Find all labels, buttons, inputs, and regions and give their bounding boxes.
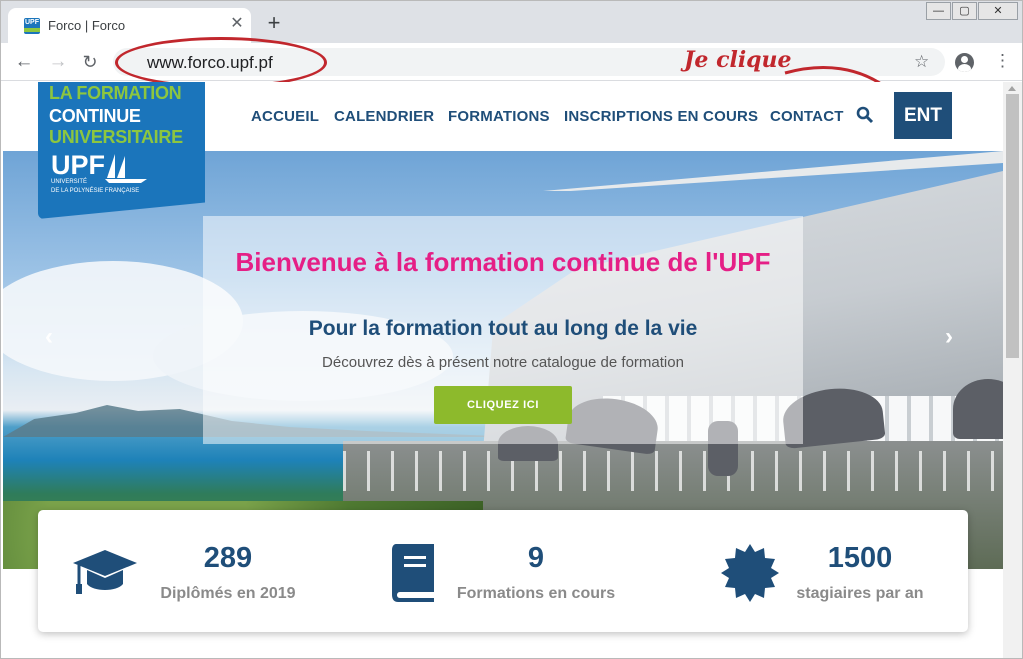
favicon-icon: UPF [24, 18, 40, 34]
page-scrollbar[interactable] [1003, 82, 1022, 658]
logo-line1: LA FORMATION [49, 83, 182, 103]
scroll-up-arrow-icon[interactable] [1008, 86, 1016, 91]
nav-formations[interactable]: FORMATIONS [448, 108, 550, 125]
logo-university-line2: DE LA POLYNÉSIE FRANÇAISE [51, 188, 140, 194]
profile-avatar-icon[interactable] [955, 53, 974, 72]
logo-university-line1: UNIVERSITÉ [51, 179, 88, 185]
hero-description: Découvrez dès à présent notre catalogue … [322, 354, 684, 371]
stat-label: Diplômés en 2019 [160, 585, 296, 602]
hero-roof [543, 151, 1003, 191]
hero-title: Bienvenue à la formation continue de l'U… [235, 247, 771, 277]
nav-contact[interactable]: CONTACT [770, 108, 844, 125]
window-close-button[interactable]: ✕ [978, 2, 1018, 20]
tab-close-icon[interactable]: ✕ [229, 16, 245, 32]
stat-value: 9 [527, 542, 545, 574]
nav-calendrier[interactable]: CALENDRIER [334, 108, 434, 125]
window-minimize-button[interactable]: — [926, 2, 951, 20]
hero-caption-box: Bienvenue à la formation continue de l'U… [203, 216, 803, 444]
reload-icon[interactable]: ↻ [79, 51, 101, 73]
ent-button[interactable]: ENT [894, 92, 952, 139]
bookmark-star-icon[interactable]: ☆ [914, 52, 929, 72]
tab-strip: UPF Forco | Forco ✕ + — ▢ ✕ [1, 1, 1022, 43]
book-icon [392, 544, 434, 602]
canoe-sail-icon [105, 154, 147, 183]
hero-railing [343, 451, 1003, 491]
tab-title: Forco | Forco [48, 18, 126, 33]
hero-subtitle: Pour la formation tout au long de la vie [308, 317, 698, 340]
stat-label: Formations en cours [456, 585, 616, 602]
site-logo[interactable]: LA FORMATION CONTINUE UNIVERSITAIRE UPF … [38, 82, 205, 219]
carousel-next-icon[interactable]: › [945, 323, 953, 351]
stat-label: stagiaires par an [796, 585, 924, 602]
cta-button[interactable]: CLIQUEZ ICI [434, 386, 572, 424]
logo-line3: UNIVERSITAIRE [49, 127, 183, 147]
new-tab-button[interactable]: + [263, 12, 285, 35]
nav-accueil[interactable]: ACCUEIL [251, 108, 319, 125]
window-maximize-button[interactable]: ▢ [952, 2, 977, 20]
annotation-text: Je clique [684, 47, 792, 73]
back-arrow-icon[interactable]: ← [13, 51, 35, 73]
carousel-prev-icon[interactable]: ‹ [45, 323, 53, 351]
annotation-circle [115, 37, 327, 88]
scrollbar-thumb[interactable] [1006, 94, 1019, 358]
stats-panel: 289 Diplômés en 2019 9 Formations en cou… [38, 510, 968, 632]
logo-line2: CONTINUE [49, 106, 141, 126]
hero-banner: Bienvenue à la formation continue de l'U… [3, 151, 1003, 569]
menu-kebab-icon[interactable]: ⋮ [994, 51, 1011, 71]
logo-upf: UPF [51, 150, 105, 180]
stat-value: 289 [203, 542, 253, 574]
search-icon[interactable] [856, 106, 874, 124]
web-page: ACCUEIL CALENDRIER FORMATIONS INSCRIPTIO… [3, 82, 1003, 658]
stat-value: 1500 [827, 542, 893, 574]
browser-window: UPF Forco | Forco ✕ + — ▢ ✕ ← → ↻ www.fo… [0, 0, 1023, 659]
nav-inscriptions[interactable]: INSCRIPTIONS EN COURS [564, 108, 758, 125]
forward-arrow-icon[interactable]: → [47, 51, 69, 73]
